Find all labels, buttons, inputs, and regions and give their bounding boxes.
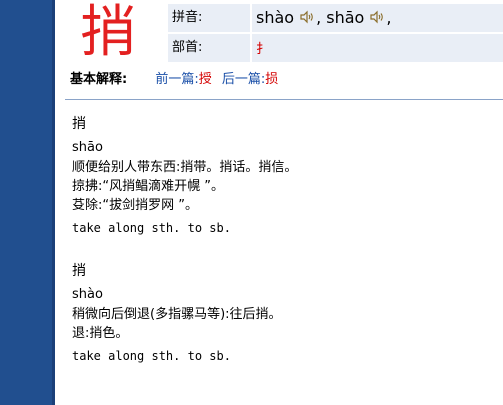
basic-explanation-row: 基本解释: 前一篇:授 后一篇:损 — [70, 70, 500, 90]
next-article-label: 后一篇: — [221, 72, 266, 87]
radical-label: 部首: — [168, 34, 250, 62]
definition-line: 退:捎色。 — [72, 326, 129, 341]
pinyin-end: , — [386, 8, 392, 27]
pinyin-value: shào , shāo , — [252, 4, 503, 32]
definition-line: 顺便给别人带东西:捎带。捎话。捎信。 — [72, 160, 298, 175]
divider — [65, 99, 503, 100]
definition-line: 芟除:“拔剑捎罗网 ”。 — [72, 198, 198, 213]
english-translation: take along sth. to sb. — [72, 221, 231, 235]
basic-explanation-label: 基本解释: — [70, 72, 128, 87]
gutter — [55, 0, 65, 405]
entry-pinyin: shāo — [72, 140, 103, 155]
next-article-link[interactable]: 损 — [265, 72, 278, 87]
entry-gap — [72, 241, 492, 261]
prev-article-link[interactable]: 授 — [199, 72, 212, 87]
info-table: 拼音: shào , shāo , 部首: 扌 — [168, 4, 503, 64]
definition-line: 稍微向后倒退(多指骡马等):往后捎。 — [72, 307, 282, 322]
left-sidebar — [0, 0, 52, 405]
entry-character: 捎 — [72, 263, 86, 279]
radical-link[interactable]: 扌 — [256, 42, 269, 57]
entry-character: 捎 — [72, 116, 86, 132]
speaker-icon[interactable] — [370, 5, 384, 33]
headword-character: 捎 — [80, 0, 136, 65]
pinyin-reading-1: shào — [256, 8, 295, 27]
speaker-icon[interactable] — [300, 5, 314, 33]
definitions: 捎 shāo 顺便给别人带东西:捎带。捎话。捎信。 掠拂:“风捎鲳滴难开幌 ”。… — [72, 114, 492, 369]
pinyin-label: 拼音: — [168, 4, 250, 32]
pinyin-row: 拼音: shào , shāo , — [168, 4, 503, 32]
entry-1: 捎 shāo 顺便给别人带东西:捎带。捎话。捎信。 掠拂:“风捎鲳滴难开幌 ”。… — [72, 114, 492, 241]
pinyin-separator: , — [316, 8, 322, 27]
dictionary-page: 捎 拼音: shào , shāo , 部首: 扌 基本解释: 前一篇:授 后一… — [0, 0, 503, 405]
radical-row: 部首: 扌 — [168, 34, 503, 62]
entry-2: 捎 shào 稍微向后倒退(多指骡马等):往后捎。 退:捎色。 take alo… — [72, 261, 492, 369]
entry-pinyin: shào — [72, 287, 103, 302]
definition-line: 掠拂:“风捎鲳滴难开幌 ”。 — [72, 179, 224, 194]
prev-article-label: 前一篇: — [155, 72, 199, 87]
pinyin-reading-2: shāo — [326, 8, 365, 27]
radical-value: 扌 — [252, 34, 503, 62]
english-translation: take along sth. to sb. — [72, 349, 231, 363]
